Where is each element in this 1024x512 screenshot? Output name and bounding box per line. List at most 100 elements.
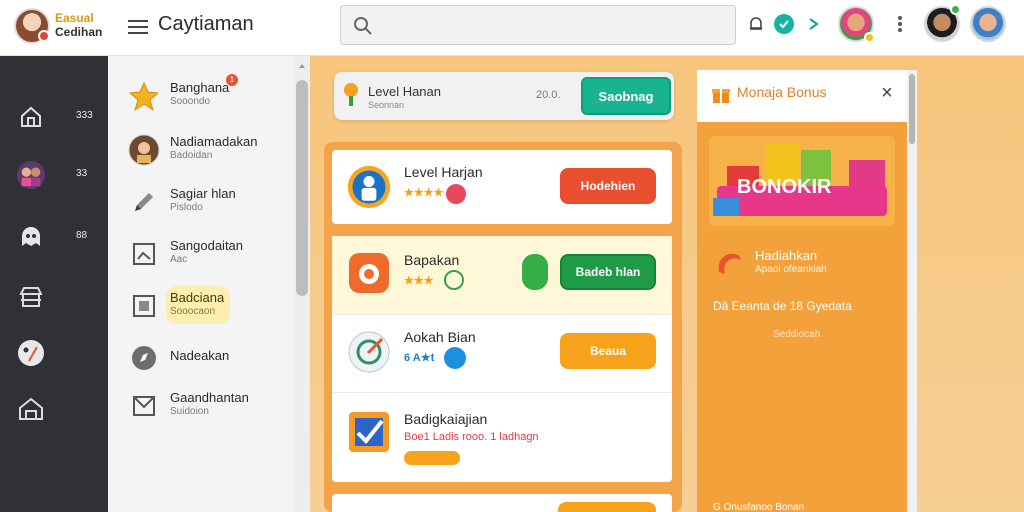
home-icon xyxy=(16,394,46,424)
rail-item-ghost[interactable]: 88 xyxy=(0,216,108,256)
sidebar-item-sagiar[interactable]: Sagiar hlan Pislodo xyxy=(108,178,294,226)
scrollbar-thumb[interactable] xyxy=(909,74,915,144)
bonus-footer: G Onusfanoo Bonan xyxy=(713,502,805,512)
sidebar-item-sangodaitan[interactable]: Sangodaitan Aac xyxy=(108,230,294,278)
hamburger-menu-icon[interactable] xyxy=(128,16,148,36)
trophy-icon xyxy=(342,82,360,108)
rail-item-store[interactable] xyxy=(0,276,108,316)
card-action-button[interactable] xyxy=(558,502,656,512)
card-title: Aokah Bian xyxy=(404,329,476,345)
frame-icon xyxy=(128,290,160,322)
rail-item-palette[interactable] xyxy=(0,332,108,372)
sidebar-item-nadeakan[interactable]: Nadeakan xyxy=(108,334,294,382)
rail-item-people[interactable]: 33 xyxy=(0,154,108,194)
sidebar: Banghana 1 Sooondo Nadiamadakan Badoidan… xyxy=(108,56,294,512)
scroll-up-icon[interactable] xyxy=(299,64,305,68)
target-icon xyxy=(346,329,392,375)
level-count: 20.0. xyxy=(536,89,561,101)
sidebar-item-label: Badciana xyxy=(170,290,225,305)
level-title: Level Hanan xyxy=(368,84,441,99)
palette-icon xyxy=(16,338,46,368)
card-description: Boe1 Ladis rooo. 1 ladhagn xyxy=(404,431,539,443)
bonus-scrollbar[interactable] xyxy=(907,70,917,512)
list-item[interactable]: Badigkaiajian Boe1 Ladis rooo. 1 ladhagn xyxy=(332,392,672,482)
card-title: Bapakan xyxy=(404,252,460,268)
list-item[interactable] xyxy=(332,494,672,512)
avatar-group-icon xyxy=(16,160,46,190)
level-bar: Level Hanan Seonnan 20.0. Saobnag xyxy=(334,72,674,120)
chat-icon[interactable] xyxy=(772,12,796,36)
card-title: Level Harjan xyxy=(404,164,483,180)
sidebar-item-sub: Sooocaon xyxy=(170,306,216,317)
list-item[interactable]: Aokah Bian 6 A★t Beaua xyxy=(332,314,672,392)
sidebar-item-label: Banghana xyxy=(170,80,230,95)
bonus-row-title: Hadiahkan xyxy=(755,248,818,263)
brand[interactable]: Easual Cedihan xyxy=(0,0,108,56)
sidebar-item-sub: Aac xyxy=(170,254,188,265)
level-action-button[interactable]: Saobnag xyxy=(581,77,671,115)
notification-dot xyxy=(38,30,50,42)
house-icon xyxy=(16,102,46,132)
check-icon xyxy=(444,270,464,290)
card-action-button[interactable]: Hodehien xyxy=(560,168,656,204)
brand-line2: Cedihan xyxy=(55,25,103,39)
card-rating: ★★★ xyxy=(404,275,434,287)
left-rail: Easual Cedihan 333 33 88 xyxy=(0,0,108,512)
search-input[interactable] xyxy=(381,14,721,36)
rail-count: 333 xyxy=(76,110,93,121)
sidebar-item-nadiamadakan[interactable]: Nadiamadakan Badoidan xyxy=(108,126,294,174)
card-title: Badigkaiajian xyxy=(404,411,488,427)
list-item[interactable]: Level Harjan ★★★★ Hodehien xyxy=(332,150,672,224)
card-action-button[interactable]: Beaua xyxy=(560,333,656,369)
bonus-panel: Monaja Bonus × BONOKIR Hadiahkan Apaoi o… xyxy=(697,70,917,512)
checklist-icon xyxy=(346,409,392,455)
card-rating: ★★★★ xyxy=(404,187,444,199)
scrollbar-thumb[interactable] xyxy=(296,80,308,296)
sidebar-item-label: Gaandhantan xyxy=(170,390,249,405)
status-dot xyxy=(864,32,875,43)
badge-icon xyxy=(446,184,466,204)
sidebar-scrollbar[interactable] xyxy=(294,56,310,512)
card-rating: 6 A★t xyxy=(404,352,435,364)
progress-tags xyxy=(404,451,460,465)
info-icon xyxy=(444,347,466,369)
bonus-stats-sub: Seddiocah xyxy=(773,329,821,340)
rail-item-home[interactable]: 333 xyxy=(0,96,108,136)
sidebar-item-banghana[interactable]: Banghana 1 Sooondo xyxy=(108,72,294,120)
bonus-banner-text: BONOKIR xyxy=(737,176,832,198)
sidebar-item-sub: Pislodo xyxy=(170,202,203,213)
close-icon[interactable]: × xyxy=(875,82,899,106)
card-action-button[interactable]: Badeb hlan xyxy=(560,254,656,290)
more-vertical-icon[interactable] xyxy=(888,12,912,36)
brand-name: Easual Cedihan xyxy=(55,11,102,39)
level-sub: Seonnan xyxy=(368,100,405,110)
star-icon xyxy=(128,80,160,112)
store-icon xyxy=(16,282,46,312)
sidebar-item-label: Nadiamadakan xyxy=(170,134,258,149)
ghost-icon xyxy=(16,222,46,252)
search-icon xyxy=(353,16,373,36)
sidebar-item-sub: Badoidan xyxy=(170,150,213,161)
bell-icon[interactable] xyxy=(744,12,768,36)
bonus-title: Monaja Bonus xyxy=(737,84,827,100)
compass-icon xyxy=(128,342,160,374)
arrow-icon[interactable] xyxy=(802,12,826,36)
list-item[interactable]: Bapakan ★★★ Badeb hlan xyxy=(332,236,672,314)
sidebar-item-badciana[interactable]: Badciana Sooocaon xyxy=(108,282,294,330)
profile-icon xyxy=(346,164,392,210)
quest-list: Level Harjan ★★★★ Hodehien Bapakan ★★★ B… xyxy=(324,142,682,512)
avatar-icon xyxy=(128,134,160,166)
image-icon xyxy=(128,238,160,270)
rail-count: 88 xyxy=(76,230,88,241)
friend-avatar-2[interactable] xyxy=(970,6,1006,42)
shield-icon xyxy=(346,250,392,296)
bonus-banner[interactable]: BONOKIR xyxy=(709,136,895,226)
sidebar-item-gaandhantan[interactable]: Gaandhantan Suidoion xyxy=(108,382,294,430)
bonus-header: Monaja Bonus × xyxy=(697,70,907,122)
search-box[interactable] xyxy=(340,5,736,45)
rail-count: 33 xyxy=(76,168,88,179)
toggle-icon[interactable] xyxy=(522,254,548,290)
rail-item-home2[interactable] xyxy=(0,388,108,428)
app-title: Caytiaman xyxy=(158,13,254,35)
online-dot xyxy=(950,4,961,15)
